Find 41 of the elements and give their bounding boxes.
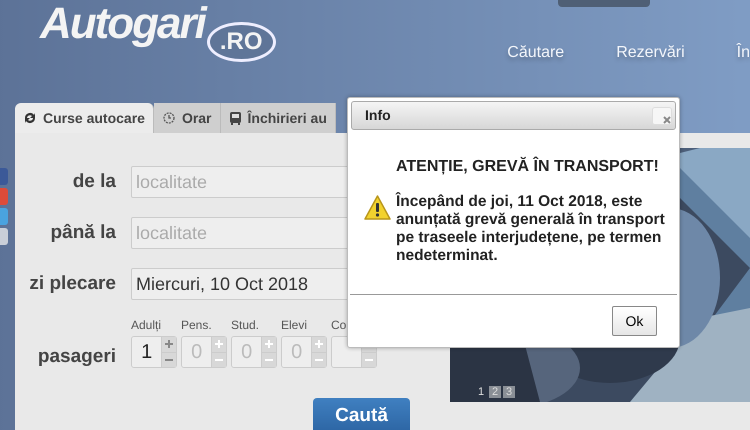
page-button[interactable]: 1 bbox=[475, 386, 487, 398]
counter-label: Pens. bbox=[181, 319, 213, 334]
plus-icon[interactable] bbox=[215, 340, 224, 348]
plus-icon[interactable] bbox=[165, 340, 174, 348]
dialog-message: Începând de joi, 11 Oct 2018, este anunțată grevă generală în transport pe traseele interjudețene, pe termen nedeterminat. bbox=[396, 193, 666, 265]
minus-icon[interactable] bbox=[265, 358, 274, 362]
warning-icon bbox=[364, 195, 391, 220]
nav-link[interactable]: Căutare bbox=[507, 41, 564, 100]
plus-icon[interactable] bbox=[265, 340, 274, 348]
search-button[interactable]: Caută bbox=[313, 398, 410, 430]
field-label: pasageri bbox=[36, 345, 116, 369]
minus-icon[interactable] bbox=[215, 358, 224, 362]
counter-label: Stud. bbox=[231, 319, 260, 334]
counter-label: Elevi bbox=[281, 319, 308, 334]
dialog-title: Info bbox=[365, 106, 391, 125]
ok-button[interactable]: Ok bbox=[612, 306, 657, 336]
clock-icon bbox=[162, 111, 176, 125]
counter-label: Adulți bbox=[131, 319, 162, 334]
minus-icon[interactable] bbox=[365, 358, 374, 362]
bus-icon bbox=[228, 110, 242, 126]
page-button[interactable]: 2 bbox=[489, 386, 501, 398]
minus-icon[interactable] bbox=[315, 358, 324, 362]
logo-suffix[interactable]: .RO bbox=[206, 22, 276, 62]
close-icon[interactable] bbox=[663, 116, 671, 124]
logo-text[interactable]: Autogari bbox=[40, 0, 205, 70]
counter-spinner[interactable]: 1 bbox=[131, 336, 177, 368]
field-label: zi plecare bbox=[28, 272, 116, 296]
page-button[interactable]: 3 bbox=[503, 386, 515, 398]
dialog-heading: ATENȚIE, GREVĂ ÎN TRANSPORT! bbox=[395, 156, 660, 177]
close-button[interactable] bbox=[652, 106, 672, 124]
refresh-icon bbox=[23, 111, 37, 125]
field-label: până la bbox=[50, 220, 116, 245]
nav-link[interactable]: În bbox=[736, 41, 750, 100]
minus-icon[interactable] bbox=[165, 358, 174, 362]
tab[interactable]: Curse autocare bbox=[15, 103, 154, 133]
tab[interactable]: Orar bbox=[154, 103, 221, 133]
plus-icon[interactable] bbox=[315, 340, 324, 348]
tab[interactable]: Închirieri au bbox=[220, 103, 336, 133]
field-label: de la bbox=[72, 170, 116, 194]
nav-link[interactable]: Rezervări bbox=[616, 41, 685, 100]
counter-label: Co bbox=[331, 319, 348, 334]
